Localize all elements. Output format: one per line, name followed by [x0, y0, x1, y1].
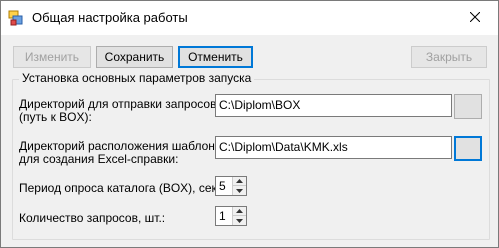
spin-down-icon[interactable] [232, 216, 246, 225]
close-button[interactable]: Закрыть [411, 46, 487, 68]
poll-period-value[interactable]: 5 [219, 179, 226, 193]
request-count-stepper[interactable]: 1 [215, 206, 247, 226]
send-dir-input[interactable]: C:\Diplom\BOX [215, 94, 452, 117]
cancel-button[interactable]: Отменить [178, 46, 253, 68]
send-dir-label-line2: (путь к BOX): [19, 110, 92, 124]
spin-down-icon[interactable] [232, 186, 246, 195]
poll-period-label: Период опроса каталога (BOX), сек.: [19, 181, 224, 195]
edit-button[interactable]: Изменить [13, 46, 91, 68]
settings-window: Общая настройка работы Изменить Сохранит… [0, 0, 499, 248]
app-settings-icon [8, 10, 24, 26]
title-bar[interactable]: Общая настройка работы [1, 1, 498, 35]
request-count-label: Количество запросов, шт.: [19, 211, 166, 225]
window-close-button[interactable] [452, 1, 498, 35]
template-dir-label-line2: для создания Excel-справки: [19, 152, 179, 166]
window-title: Общая настройка работы [32, 10, 188, 25]
request-count-value[interactable]: 1 [219, 209, 226, 223]
template-dir-input[interactable]: C:\Diplom\Data\KMK.xls [215, 136, 452, 159]
close-icon [469, 11, 481, 25]
save-button[interactable]: Сохранить [96, 46, 173, 68]
spin-up-icon[interactable] [232, 177, 246, 186]
spin-up-icon[interactable] [232, 207, 246, 216]
send-dir-label: Директорий для отправки запросов (путь к… [19, 98, 216, 124]
poll-period-stepper[interactable]: 5 [215, 176, 247, 196]
template-dir-label: Директорий расположения шаблона для созд… [19, 140, 222, 166]
group-title: Установка основных параметров запуска [19, 71, 255, 85]
send-dir-browse-button[interactable] [454, 94, 482, 119]
template-dir-browse-button[interactable] [454, 136, 482, 161]
